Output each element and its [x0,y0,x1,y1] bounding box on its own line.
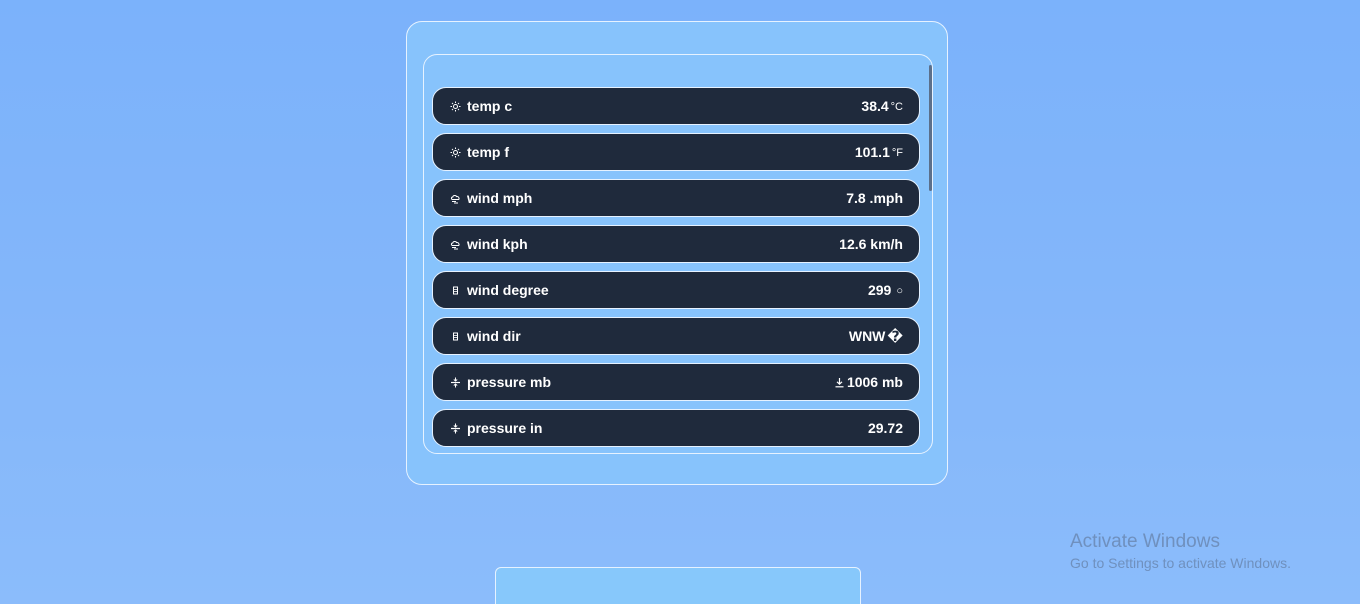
scrollbar[interactable] [929,65,932,191]
sun-icon [450,101,461,112]
sun-icon [450,147,461,158]
row-value: WNW [848,328,886,344]
row-value: 7.8 .mph [846,190,903,206]
row-label: wind dir [467,328,521,344]
download-icon [834,377,845,388]
row-label: wind mph [467,190,533,206]
row-unit: °C [890,101,903,113]
row-wind-mph: wind mph 7.8 .mph [432,179,920,217]
weather-rows: temp c 38.4 °C temp f 101.1 °F wind mph … [432,87,920,453]
row-unit: ○ [896,285,903,297]
row-value: 1006 mb [846,374,903,390]
row-label: temp c [467,98,513,114]
activate-windows-watermark: Activate Windows Go to Settings to activ… [1070,530,1291,572]
row-wind-kph: wind kph 12.6 km/h [432,225,920,263]
row-label: pressure mb [467,374,552,390]
row-label: temp f [467,144,509,160]
row-unit: °F [891,147,903,159]
row-label: pressure in [467,420,543,436]
row-temp-c: temp c 38.4 °C [432,87,920,125]
row-pressure-in: pressure in 29.72 [432,409,920,447]
row-wind-degree: wind degree 299 ○ [432,271,920,309]
row-label: wind kph [467,236,528,252]
wind-cloud-icon [450,239,461,250]
watermark-title: Activate Windows [1070,531,1220,552]
secondary-card [495,567,861,604]
watermark-subtitle: Go to Settings to activate Windows. [1070,555,1291,571]
row-value: 29.72 [867,420,903,436]
row-wind-dir: wind dir WNW � [432,317,920,355]
pressure-icon [450,377,461,388]
row-value: 299 [867,282,892,298]
row-value: 12.6 km/h [839,236,903,252]
row-pressure-mb: pressure mb 1006 mb [432,363,920,401]
wind-cloud-icon [450,193,461,204]
compass-icon [450,285,461,296]
weather-card: temp c 38.4 °C temp f 101.1 °F wind mph … [406,21,948,485]
pressure-icon [450,423,461,434]
row-value: 38.4 [861,98,889,114]
compass-icon [450,331,461,342]
row-temp-f: temp f 101.1 °F [432,133,920,171]
row-value: 101.1 [854,144,890,160]
row-label: wind degree [467,282,549,298]
replacement-char: � [887,327,903,344]
weather-details-panel[interactable]: temp c 38.4 °C temp f 101.1 °F wind mph … [423,54,933,454]
